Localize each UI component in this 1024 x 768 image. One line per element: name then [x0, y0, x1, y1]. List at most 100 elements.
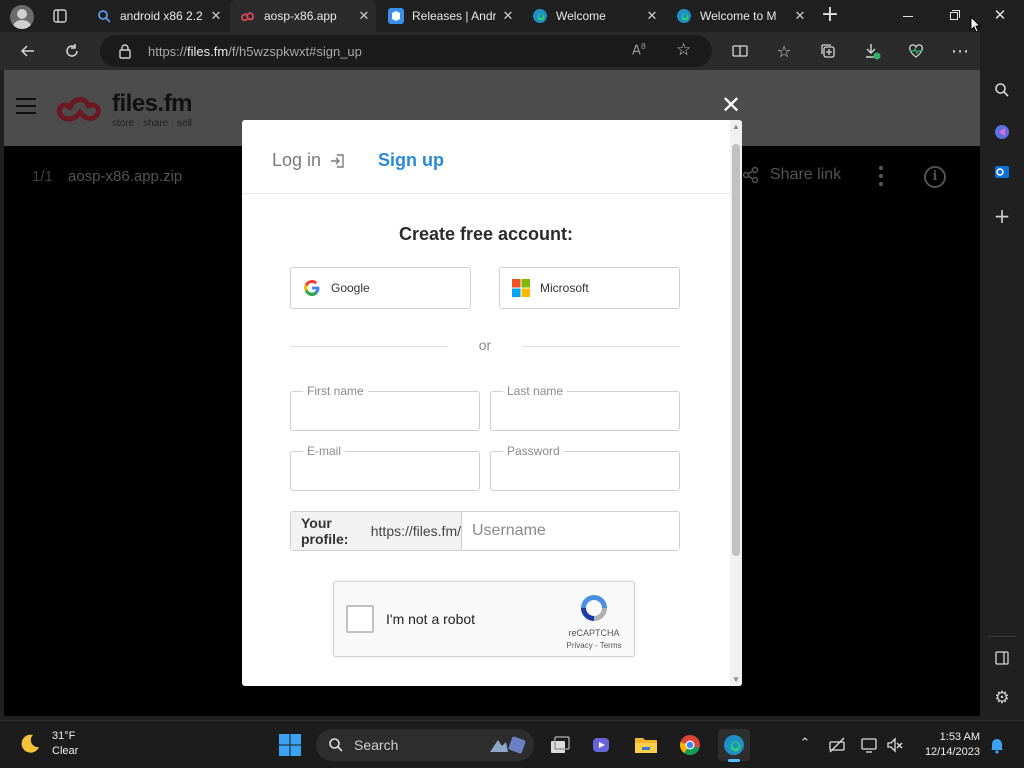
volume-muted-icon[interactable] — [886, 736, 904, 754]
tab-signup[interactable]: Sign up — [378, 150, 444, 171]
profile-avatar[interactable] — [10, 5, 34, 29]
tab-close-button[interactable]: ✕ — [640, 9, 664, 24]
modal-scrollbar[interactable]: ▲ ▼ — [730, 120, 742, 686]
collections-icon[interactable] — [814, 37, 842, 65]
lock-icon[interactable] — [118, 43, 132, 59]
favorites-icon[interactable]: ☆ — [770, 37, 798, 65]
edge-taskbar-icon[interactable] — [718, 729, 750, 762]
tab-android-search[interactable]: android x86 2.2 ✕ — [86, 0, 228, 32]
username-input[interactable] — [462, 512, 679, 550]
last-name-field[interactable]: Last name — [490, 384, 680, 431]
edge-icon — [676, 8, 692, 24]
scrollbar-thumb[interactable] — [732, 144, 740, 556]
notification-bell-icon[interactable] — [988, 736, 1006, 754]
sidebar-search-icon[interactable] — [990, 78, 1014, 102]
read-aloud-icon[interactable]: Aϑ — [632, 42, 646, 58]
refresh-button[interactable] — [58, 37, 86, 65]
sidebar-hide-icon[interactable] — [990, 646, 1014, 670]
recaptcha-brand: reCAPTCHA — [568, 628, 620, 638]
tab-close-button[interactable]: ✕ — [496, 9, 520, 24]
profile-prefix: Your profile: https://files.fm/ — [291, 512, 462, 550]
tab-strip: android x86 2.2 ✕ aosp-x86.app ✕ Release… — [0, 0, 1024, 33]
tab-label: Releases | Andr — [412, 9, 496, 23]
teams-chat-icon[interactable] — [586, 729, 618, 761]
more-menu-icon[interactable]: ⋯ — [946, 37, 974, 65]
chrome-icon[interactable] — [674, 729, 706, 761]
tray-chevron-icon[interactable]: ⌃ — [796, 736, 814, 754]
tab-releases[interactable]: Releases | Andr ✕ — [378, 0, 520, 32]
minimize-button[interactable] — [896, 8, 920, 24]
recaptcha-checkbox[interactable] — [346, 605, 374, 633]
performance-icon[interactable] — [902, 37, 930, 65]
sidebar-divider — [988, 636, 1016, 637]
email-input[interactable] — [299, 460, 469, 484]
active-app-indicator — [728, 759, 740, 762]
taskbar-search[interactable]: Search — [316, 729, 534, 761]
tab-label: Welcome — [556, 9, 606, 23]
tab-welcome[interactable]: Welcome ✕ — [522, 0, 664, 32]
tab-label: aosp-x86.app — [264, 9, 337, 23]
clock-date: 12/14/2023 — [924, 746, 980, 758]
tab-close-button[interactable]: ✕ — [788, 9, 812, 24]
recaptcha-label: I'm not a robot — [386, 611, 476, 627]
signup-modal: Log in Sign up Create free account: Goog… — [242, 120, 742, 686]
tab-aosp-x86[interactable]: aosp-x86.app ✕ — [230, 0, 376, 32]
tab-close-button[interactable]: ✕ — [204, 9, 228, 24]
first-name-input[interactable] — [299, 400, 469, 424]
tab-actions-icon[interactable] — [52, 8, 68, 24]
password-label: Password — [503, 444, 564, 458]
taskbar-clock[interactable]: 1:53 AM 12/14/2023 — [920, 730, 980, 760]
close-window-button[interactable]: ✕ — [988, 6, 1012, 26]
back-button[interactable] — [14, 37, 42, 65]
sidebar-add-icon[interactable]: + — [990, 204, 1014, 228]
sidebar-copilot-icon[interactable] — [990, 120, 1014, 144]
password-field[interactable]: Password — [490, 444, 680, 491]
microsoft-signup-button[interactable]: Microsoft — [499, 267, 680, 309]
email-field[interactable]: E-mail — [290, 444, 480, 491]
windows-taskbar: 31°F Clear Search ⌃ 1:53 AM 12/14/2023 — [0, 720, 1024, 768]
file-explorer-icon[interactable] — [630, 729, 662, 761]
restore-button[interactable] — [942, 6, 966, 26]
tab-label: Welcome to M — [700, 9, 777, 23]
windows-logo-icon — [279, 734, 301, 756]
scroll-down-arrow-icon[interactable]: ▼ — [730, 675, 742, 684]
browser-toolbar: https://files.fm/f/h5wzspkwxt#sign_up Aϑ… — [0, 32, 1024, 70]
profile-label: Your profile: — [301, 515, 349, 547]
recaptcha-privacy-terms[interactable]: Privacy - Terms — [556, 641, 632, 650]
last-name-input[interactable] — [499, 400, 669, 424]
modal-close-button[interactable]: ✕ — [720, 93, 742, 117]
new-tab-button[interactable]: + — [818, 4, 842, 28]
task-view-icon[interactable] — [544, 729, 576, 761]
address-bar[interactable]: https://files.fm/f/h5wzspkwxt#sign_up Aϑ… — [100, 35, 712, 67]
sidebar-settings-icon[interactable]: ⚙ — [990, 686, 1014, 710]
split-screen-icon[interactable] — [726, 37, 754, 65]
google-label: Google — [331, 281, 370, 295]
weather-widget[interactable]: 31°F Clear — [18, 729, 78, 759]
last-name-label: Last name — [503, 384, 568, 398]
sidebar-outlook-icon[interactable] — [990, 160, 1014, 184]
weather-desc: Clear — [52, 745, 79, 757]
microsoft-icon — [512, 279, 530, 297]
google-signup-button[interactable]: Google — [290, 267, 471, 309]
scroll-up-arrow-icon[interactable]: ▲ — [730, 122, 742, 131]
downloads-icon[interactable] — [858, 37, 886, 65]
tab-login[interactable]: Log in — [272, 150, 345, 171]
search-icon — [96, 8, 112, 24]
login-icon — [331, 153, 344, 168]
search-icon — [329, 738, 343, 752]
create-account-title: Create free account: — [398, 224, 574, 244]
weather-temp: 31°F — [52, 730, 76, 742]
page-viewport: files.fm store · share · sell 1/1 aosp-x… — [4, 70, 980, 716]
microsoft-label: Microsoft — [540, 281, 589, 295]
edge-icon — [532, 8, 548, 24]
tab-close-button[interactable]: ✕ — [352, 9, 376, 24]
taskbar-search-label: Search — [354, 737, 399, 753]
password-input[interactable] — [499, 460, 669, 484]
first-name-field[interactable]: First name — [290, 384, 480, 431]
favorite-star-icon[interactable]: ☆ — [676, 40, 691, 60]
start-button[interactable] — [274, 729, 306, 761]
display-icon[interactable] — [860, 736, 878, 754]
edge-sidebar: + ⚙ — [980, 32, 1024, 720]
network-off-icon[interactable] — [828, 736, 846, 754]
tab-welcome-to[interactable]: Welcome to M ✕ — [666, 0, 812, 32]
